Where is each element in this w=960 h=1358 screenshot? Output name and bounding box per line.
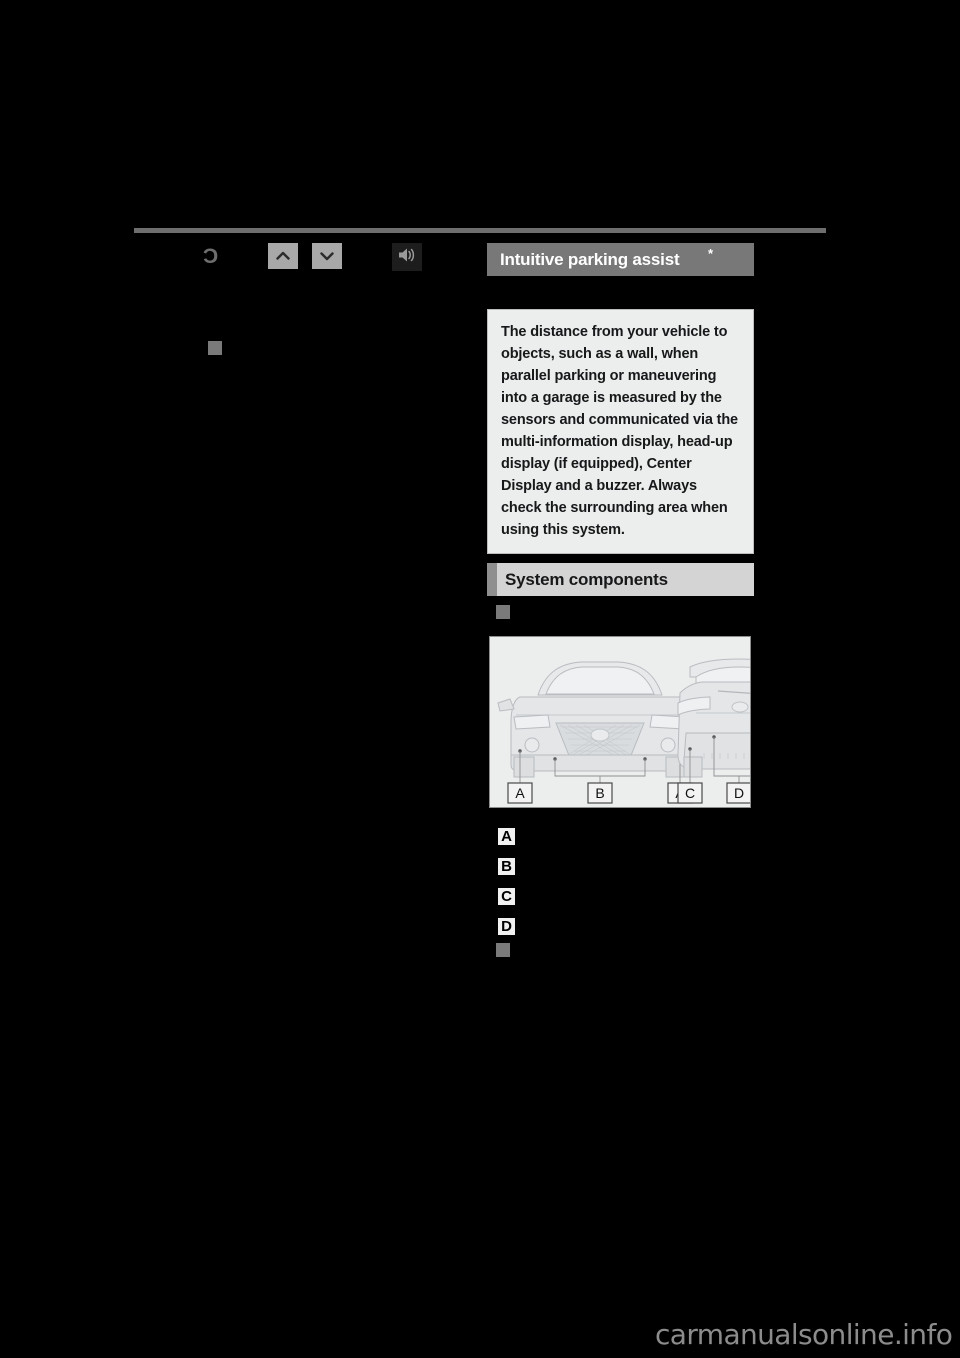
legend-marker-b: B xyxy=(496,856,517,877)
list-item: C xyxy=(496,886,754,916)
scroll-up-button[interactable] xyxy=(268,243,298,269)
callout-A-front-left: A xyxy=(507,782,533,804)
svg-text:D: D xyxy=(734,785,744,801)
chevron-up-icon xyxy=(275,250,291,262)
subsection-header-bar: System components xyxy=(487,563,754,596)
subsection-title: System components xyxy=(505,569,668,589)
section-title: Intuitive parking assist xyxy=(500,249,680,269)
trailing-bullet-marker xyxy=(496,943,510,957)
right-column: Intuitive parking assist * The distance … xyxy=(487,243,754,957)
manual-page: Ɔ Intuitive parking assist * The distanc… xyxy=(0,0,960,1358)
section-title-bar: Intuitive parking assist * xyxy=(487,243,754,276)
list-item: B xyxy=(496,856,754,886)
section-bullet-marker xyxy=(208,341,222,355)
sensor-legend-list: A B C D xyxy=(496,826,754,946)
vehicle-sensor-diagram: A B A C D xyxy=(489,636,751,808)
description-text: The distance from your vehicle to object… xyxy=(501,324,738,538)
partial-glyph-icon: Ɔ xyxy=(203,246,219,268)
svg-text:A: A xyxy=(515,785,525,801)
list-item: D xyxy=(496,916,754,946)
callout-D-rear-center: D xyxy=(726,782,750,804)
callout-C-rear-left: C xyxy=(677,782,703,804)
site-watermark: carmanualsonline.info xyxy=(655,1318,953,1351)
list-item: A xyxy=(496,826,754,856)
widget-icon-row: Ɔ xyxy=(196,243,466,277)
legend-marker-a: A xyxy=(496,826,517,847)
scroll-down-button[interactable] xyxy=(312,243,342,269)
diagram-svg: A B A C D xyxy=(490,637,750,807)
svg-text:B: B xyxy=(595,785,604,801)
speaker-volume-icon xyxy=(397,246,417,269)
svg-text:C: C xyxy=(685,785,695,801)
legend-marker-d: D xyxy=(496,916,517,937)
speaker-button[interactable] xyxy=(392,243,422,271)
footnote-asterisk: * xyxy=(708,246,714,261)
header-rule xyxy=(134,228,826,233)
legend-marker-c: C xyxy=(496,886,517,907)
callout-B-front-center: B xyxy=(587,782,613,804)
left-column: Ɔ xyxy=(196,243,466,355)
description-box: The distance from your vehicle to object… xyxy=(487,309,754,554)
chevron-down-icon xyxy=(319,250,335,262)
subsection-bullet-marker xyxy=(496,605,510,619)
subsection-accent-bar xyxy=(487,563,497,596)
